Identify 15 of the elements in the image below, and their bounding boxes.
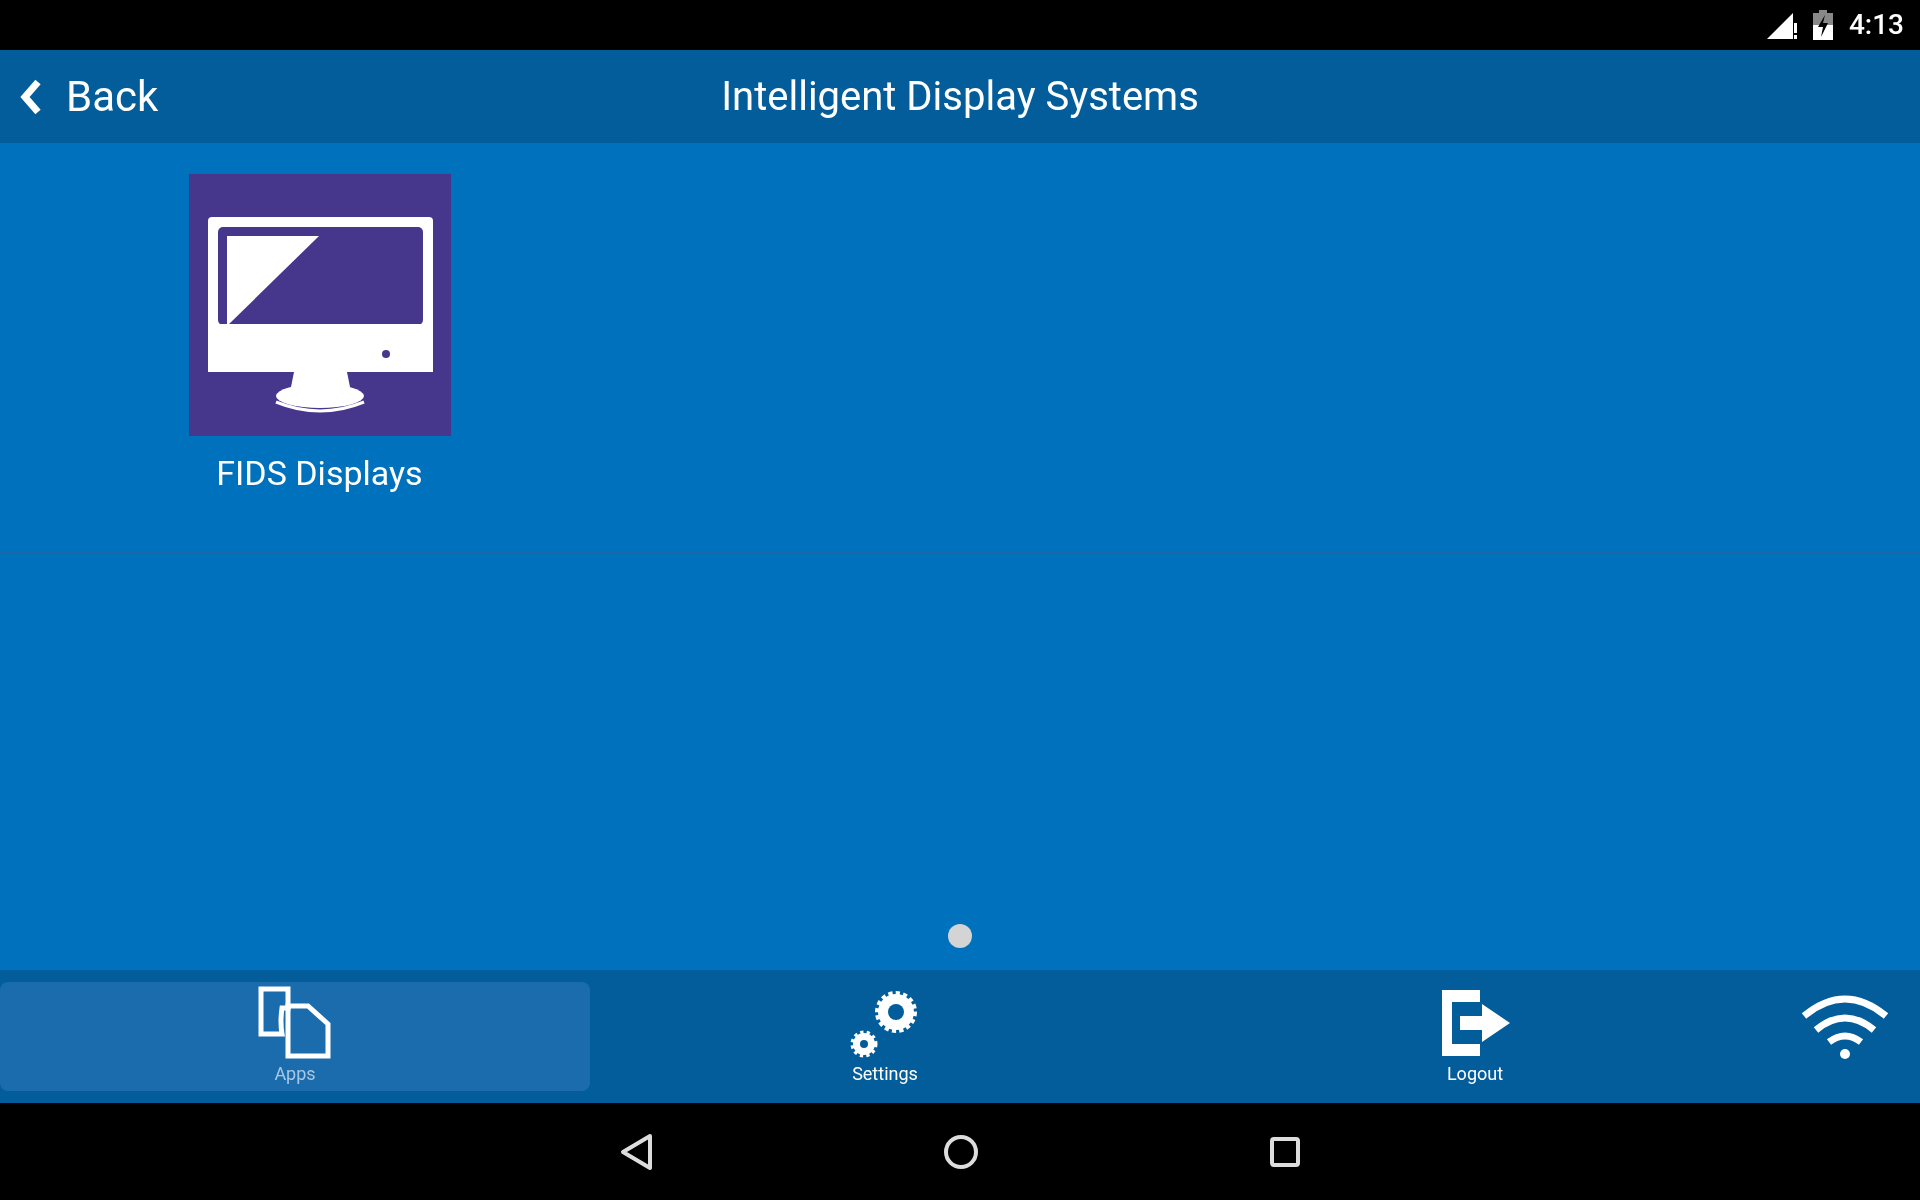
screen-title: Intelligent Display Systems	[721, 71, 1199, 122]
back-triangle-icon[interactable]	[619, 1132, 653, 1171]
home-circle-icon[interactable]	[943, 1133, 979, 1170]
recents-square-icon[interactable]	[1269, 1135, 1301, 1168]
signal-icon	[1766, 11, 1797, 39]
tab[interactable]: Logout	[1180, 982, 1770, 1091]
app-tile[interactable]: FIDS Displays	[188, 174, 451, 499]
back-button[interactable]: Back	[0, 65, 159, 128]
battery-charging-icon	[1812, 10, 1833, 40]
clock-time: 4:13	[1848, 7, 1904, 43]
documents-icon	[258, 986, 332, 1060]
chevron-left-icon	[20, 78, 42, 115]
wifi-icon	[1800, 994, 1890, 1060]
monitor-icon	[188, 174, 451, 436]
tab[interactable]: Settings	[590, 982, 1180, 1091]
